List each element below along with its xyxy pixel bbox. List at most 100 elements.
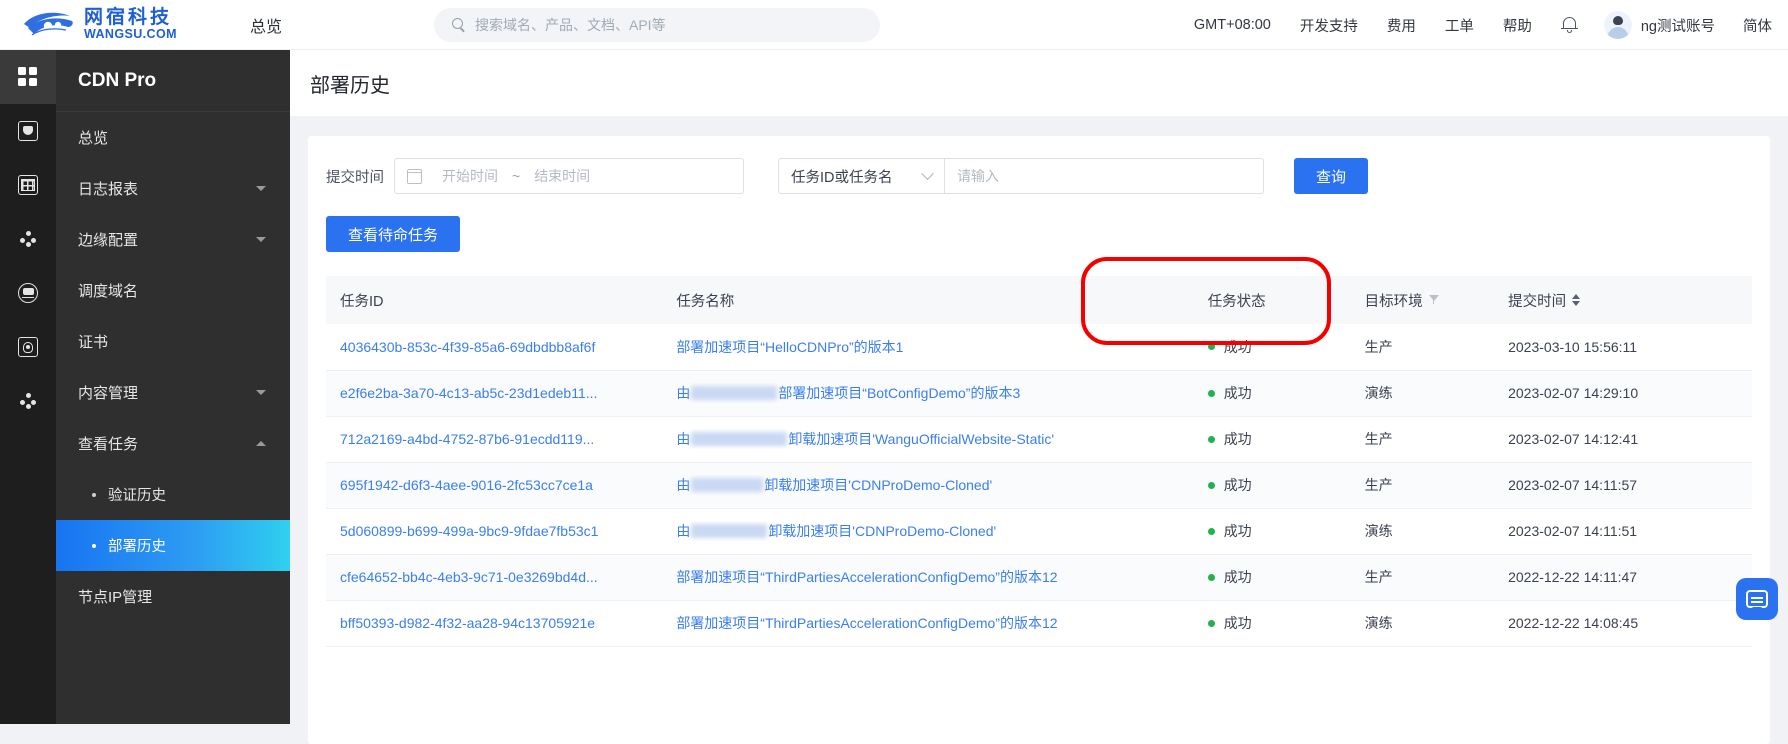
avatar[interactable]	[1603, 11, 1632, 39]
cell-task-state: 成功	[1193, 416, 1351, 463]
cluster-icon	[18, 391, 38, 411]
cell-task-name: 部署加速项目“HelloCDNPro”的版本1	[662, 324, 1194, 371]
sidebar-item-label: 日志报表	[78, 181, 139, 198]
task-name-link[interactable]: 由 卸载加速项目'CDNProDemo-Cloned'	[676, 521, 1193, 541]
sidebar-item-label: 节点IP管理	[78, 589, 153, 606]
chat-support-button[interactable]	[1736, 578, 1778, 620]
sidebar-item-deployment-history[interactable]: 部署历史	[56, 520, 290, 571]
table-row[interactable]: e2f6e2ba-3a70-4c13-ab5c-23d1edeb11... 由 部署…	[326, 370, 1752, 417]
search-placeholder: 搜索域名、产品、文档、API等	[475, 17, 666, 33]
nav-dev-support[interactable]: 开发支持	[1300, 15, 1358, 36]
cell-target-env: 演练	[1350, 600, 1495, 647]
rail-item-nodes[interactable]	[0, 212, 56, 266]
cell-task-name: 由 部署加速项目“BotConfigDemo”的版本3	[662, 370, 1194, 417]
brand-name-cn: 网宿科技	[84, 7, 173, 29]
end-date-input[interactable]: 结束时间	[534, 166, 590, 186]
sidebar-item-content-management[interactable]: 内容管理	[56, 367, 290, 418]
task-name-link[interactable]: 由 部署加速项目“BotConfigDemo”的版本3	[676, 383, 1193, 403]
cell-submit-time: 2022-12-22 14:08:45	[1494, 600, 1752, 647]
column-header-task-state[interactable]: 任务状态	[1193, 276, 1351, 324]
user-name[interactable]: ng测试账号	[1641, 15, 1715, 36]
nav-ticket[interactable]: 工单	[1445, 15, 1474, 36]
task-id-link[interactable]: e2f6e2ba-3a70-4c13-ab5c-23d1edeb11...	[340, 385, 662, 401]
table-row[interactable]: 695f1942-d6f3-4aee-9016-2fc53cc7ce1a 由 卸载加…	[326, 462, 1752, 509]
column-header-task-id[interactable]: 任务ID	[326, 276, 663, 324]
chevron-down-icon	[256, 237, 266, 242]
search-keyword-input[interactable]: 请输入	[945, 159, 1263, 193]
table-row[interactable]: bff50393-d982-4f32-aa28-94c13705921e 部署加速…	[326, 600, 1752, 647]
chevron-down-icon	[256, 390, 266, 395]
task-id-link[interactable]: 4036430b-853c-4f39-85a6-69dbdbb8af6f	[340, 339, 662, 355]
cell-task-id: 695f1942-d6f3-4aee-9016-2fc53cc7ce1a	[326, 462, 663, 509]
task-id-link[interactable]: 695f1942-d6f3-4aee-9016-2fc53cc7ce1a	[340, 477, 662, 493]
task-name-link[interactable]: 由 卸载加速项目'CDNProDemo-Cloned'	[676, 475, 1193, 495]
task-name-link[interactable]: 部署加速项目“ThirdPartiesAccelerationConfigDem…	[676, 567, 1193, 587]
status-dot-icon	[1207, 573, 1215, 581]
table-row[interactable]: cfe64652-bb4c-4eb3-9c71-0e3269bd4d... 部署加…	[326, 554, 1752, 601]
task-name-link[interactable]: 部署加速项目“HelloCDNPro”的版本1	[676, 337, 1193, 357]
nav-billing[interactable]: 费用	[1387, 15, 1416, 36]
sidebar-item-overview[interactable]: 总览	[56, 112, 290, 163]
cell-task-name: 由 卸载加速项目'CDNProDemo-Cloned'	[662, 508, 1194, 555]
task-name-suffix: 卸载加速项目'WanguOfficialWebsite-Static'	[788, 431, 1055, 447]
notification-bell-icon[interactable]	[1560, 16, 1578, 35]
shield-icon	[18, 121, 38, 141]
start-date-input[interactable]: 开始时间	[442, 166, 498, 186]
sidebar-item-certificate[interactable]: 证书	[56, 316, 290, 367]
nav-help[interactable]: 帮助	[1503, 15, 1532, 36]
global-search[interactable]: 搜索域名、产品、文档、API等	[434, 8, 880, 42]
filter-icon[interactable]	[1428, 294, 1441, 306]
sidebar-item-node-ip-management[interactable]: 节点IP管理	[56, 571, 290, 622]
date-range-picker[interactable]: 开始时间 ~ 结束时间	[394, 158, 744, 194]
rail-item-apps[interactable]	[0, 50, 56, 104]
cell-submit-time: 2023-02-07 14:12:41	[1494, 416, 1752, 463]
task-id-link[interactable]: bff50393-d982-4f32-aa28-94c13705921e	[340, 615, 662, 631]
topbar-right: GMT+08:00 开发支持 费用 工单 帮助 ng测试账号 简体	[1194, 0, 1788, 50]
nav-overview[interactable]: 总览	[250, 13, 282, 37]
rail-item-cluster[interactable]	[0, 374, 56, 428]
sidebar-item-view-tasks[interactable]: 查看任务	[56, 418, 290, 469]
task-name-link[interactable]: 部署加速项目“ThirdPartiesAccelerationConfigDem…	[676, 613, 1193, 633]
sort-icon[interactable]	[1572, 293, 1581, 307]
cell-target-env: 生产	[1350, 462, 1495, 509]
rail-item-security[interactable]	[0, 104, 56, 158]
search-field-select[interactable]: 任务ID或任务名	[779, 159, 945, 193]
table-row[interactable]: 5d060899-b699-499a-9bc9-9fdae7fb53c1 由 卸载加…	[326, 508, 1752, 555]
view-standby-tasks-button[interactable]: 查看待命任务	[326, 216, 461, 252]
chevron-up-icon	[256, 441, 266, 446]
sidebar-item-scheduling-domain[interactable]: 调度域名	[56, 265, 290, 316]
rail-item-certificate[interactable]	[0, 320, 56, 374]
status-badge: 成功	[1223, 477, 1252, 493]
sidebar-item-validation-history[interactable]: 验证历史	[56, 469, 290, 520]
timezone-label[interactable]: GMT+08:00	[1194, 17, 1271, 33]
redacted-username	[691, 524, 768, 538]
table-header: 任务ID 任务名称 任务状态 目标环境 提交时间	[326, 276, 1752, 324]
rail-item-balance[interactable]	[0, 266, 56, 320]
sidebar-item-log-report[interactable]: 日志报表	[56, 163, 290, 214]
task-name-suffix: 卸载加速项目'CDNProDemo-Cloned'	[768, 523, 997, 539]
redacted-username	[691, 386, 778, 400]
language-switcher[interactable]: 简体	[1743, 15, 1772, 36]
query-button[interactable]: 查询	[1294, 158, 1369, 194]
brand-logo[interactable]: 网宿科技 WANGSU.COM	[22, 8, 212, 42]
cell-task-state: 成功	[1193, 324, 1351, 371]
column-header-submit-time[interactable]: 提交时间	[1494, 276, 1752, 324]
task-id-link[interactable]: 5d060899-b699-499a-9bc9-9fdae7fb53c1	[340, 523, 662, 539]
cell-target-env: 生产	[1350, 324, 1495, 371]
bullet-icon	[92, 543, 96, 548]
calendar-icon	[406, 168, 422, 184]
chevron-down-icon	[921, 166, 934, 180]
column-header-task-name[interactable]: 任务名称	[662, 276, 1194, 324]
sidebar-subitem-label: 部署历史	[108, 539, 166, 555]
task-name-link[interactable]: 由 卸载加速项目'WanguOfficialWebsite-Static'	[676, 429, 1193, 449]
page-header: 部署历史	[290, 50, 1788, 116]
rail-item-report[interactable]	[0, 158, 56, 212]
sidebar-item-edge-config[interactable]: 边缘配置	[56, 214, 290, 265]
brand-name-en: WANGSU.COM	[84, 27, 177, 42]
table-row[interactable]: 712a2169-a4bd-4752-87b6-91ecdd119... 由 卸载加…	[326, 416, 1752, 463]
cell-target-env: 生产	[1350, 554, 1495, 601]
task-id-link[interactable]: cfe64652-bb4c-4eb3-9c71-0e3269bd4d...	[340, 569, 662, 585]
table-row[interactable]: 4036430b-853c-4f39-85a6-69dbdbb8af6f 部署加速…	[326, 324, 1752, 371]
task-id-link[interactable]: 712a2169-a4bd-4752-87b6-91ecdd119...	[340, 431, 662, 447]
column-header-target-env[interactable]: 目标环境	[1350, 276, 1495, 324]
